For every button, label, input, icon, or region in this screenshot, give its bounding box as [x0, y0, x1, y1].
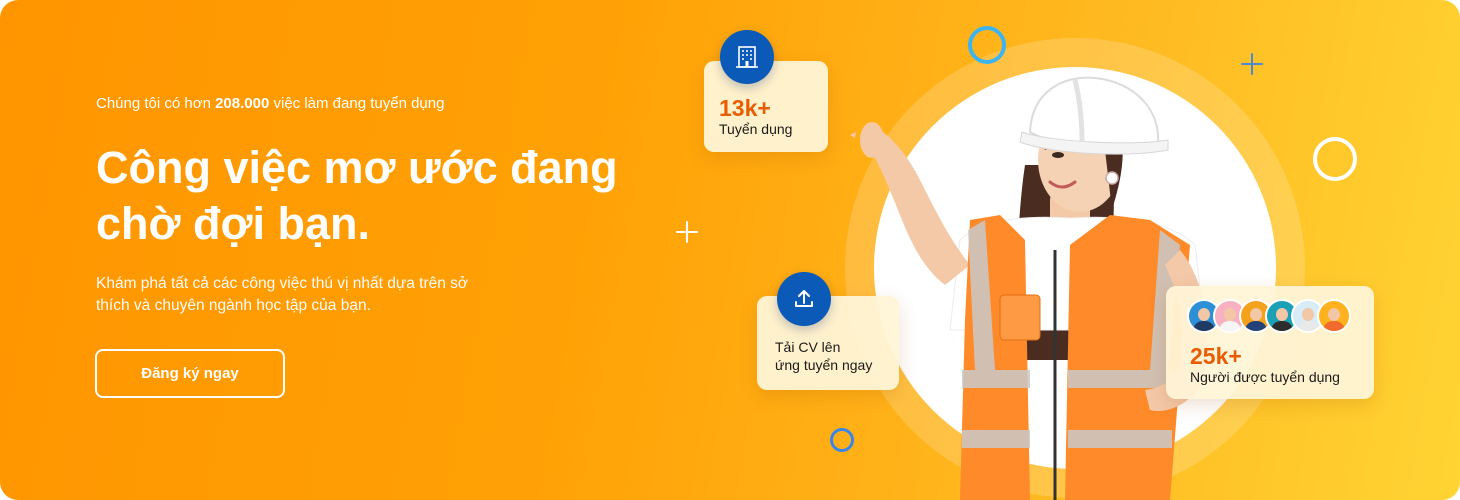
hired-count: 25k+ — [1190, 343, 1242, 369]
hero-headline: Công việc mơ ước đang chờ đợi bạn. — [96, 140, 656, 252]
headline-line-2: chờ đợi bạn. — [96, 198, 370, 249]
kicker-suffix: việc làm đang tuyển dụng — [273, 95, 445, 112]
hired-label: Người được tuyển dụng — [1190, 369, 1340, 385]
plus-decoration-icon — [1241, 53, 1263, 75]
upload-label-line-1: Tải CV lên — [775, 339, 841, 355]
jobs-label: Tuyển dụng — [719, 121, 793, 137]
upload-badge[interactable] — [777, 272, 831, 326]
description-line-1: Khám phá tất cả các công việc thú vị nhấ… — [96, 275, 469, 292]
hero-kicker: Chúng tôi có hơn 208.000 việc làm đang t… — [96, 95, 444, 112]
plus-decoration-icon — [676, 221, 698, 243]
hero-banner: Chúng tôi có hơn 208.000 việc làm đang t… — [0, 0, 1460, 500]
upload-cv-label[interactable]: Tải CV lên ứng tuyển ngay — [775, 338, 893, 374]
description-line-2: thích và chuyên ngành học tập của bạn. — [96, 297, 371, 314]
register-now-button[interactable]: Đăng ký ngay — [95, 349, 285, 398]
building-icon — [736, 46, 758, 68]
ring-decoration — [1313, 137, 1357, 181]
jobs-count: 13k+ — [719, 95, 771, 121]
ring-decoration — [968, 26, 1006, 64]
avatar — [1317, 299, 1351, 333]
upload-icon — [795, 290, 813, 307]
headline-line-1: Công việc mơ ước đang — [96, 142, 618, 193]
hero-description: Khám phá tất cả các công việc thú vị nhấ… — [96, 273, 516, 317]
kicker-job-count: 208.000 — [215, 95, 270, 112]
upload-label-line-2: ứng tuyển ngay — [775, 357, 873, 373]
avatars-group — [1187, 299, 1351, 333]
jobs-badge — [720, 30, 774, 84]
kicker-prefix: Chúng tôi có hơn — [96, 95, 211, 112]
construction-worker-illustration — [850, 76, 1208, 500]
